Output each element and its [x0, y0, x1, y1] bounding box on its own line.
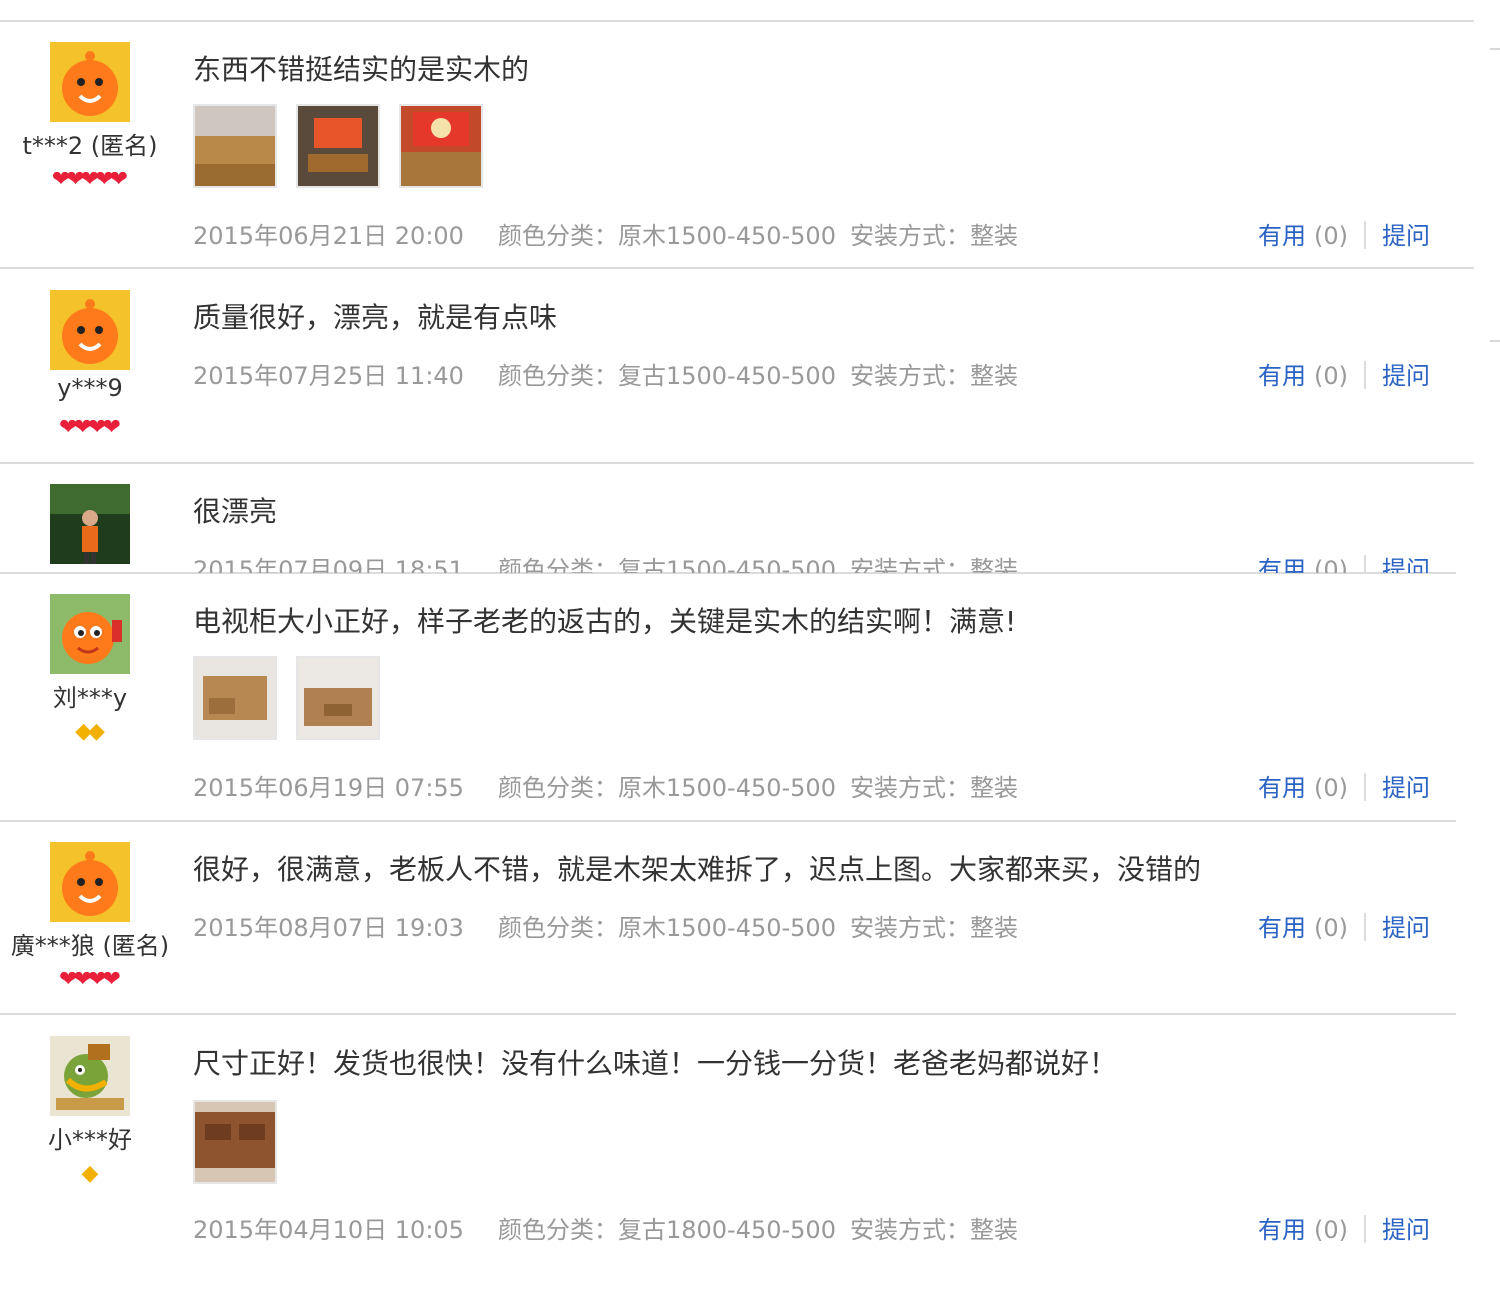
scroll-edge-mark: [1490, 340, 1500, 342]
useful-link[interactable]: 有用: [1258, 914, 1306, 942]
useful-link[interactable]: 有用: [1258, 556, 1306, 573]
user-level-badges: ❤❤❤❤❤: [0, 168, 180, 194]
review-item-clipped: 很漂亮 2015年07月09日 18:51 颜色分类：复古1500-450-500…: [0, 463, 1474, 573]
review-text: 尺寸正好！发货也很快！没有什么味道！一分钱一分货！老爸老妈都说好！: [193, 1047, 1118, 1080]
color-option: 颜色分类：复古1500-450-500: [497, 556, 836, 573]
review-photo[interactable]: [193, 1100, 277, 1184]
install-option: 安装方式：整装: [849, 362, 1018, 390]
avatar[interactable]: [50, 42, 130, 122]
user-level-badges: ❤❤❤❤: [0, 416, 180, 442]
color-option: 颜色分类：原木1500-450-500: [497, 914, 836, 942]
review-meta: 2015年06月21日 20:00 颜色分类：原木1500-450-500 安装方式…: [193, 216, 1032, 251]
review-date: 2015年06月21日 20:00: [193, 222, 464, 250]
review-date: 2015年06月19日 07:55: [193, 774, 464, 802]
avatar[interactable]: [50, 842, 130, 922]
useful-link[interactable]: 有用: [1258, 362, 1306, 390]
separator: [1364, 221, 1366, 249]
review-photos: [193, 104, 497, 188]
review-text: 质量很好，漂亮，就是有点味: [193, 301, 558, 334]
separator: [1364, 773, 1366, 801]
review-text: 很好，很满意，老板人不错，就是木架太难拆了，迟点上图。大家都来买，没错的: [193, 853, 1202, 886]
user-nickname: t***2 (匿名): [22, 132, 158, 160]
review-actions: 有用 (0) 提问: [1258, 216, 1430, 251]
heart-badge-icon: ❤: [102, 967, 121, 992]
scroll-edge-mark: [1490, 48, 1500, 50]
heart-badge-icon: ❤: [102, 415, 121, 440]
ask-link[interactable]: 提问: [1382, 914, 1430, 942]
ask-link[interactable]: 提问: [1382, 774, 1430, 802]
user-nickname: 刘***y: [52, 684, 128, 712]
divider: [0, 267, 1474, 269]
review-date: 2015年07月25日 11:40: [193, 362, 464, 390]
review-date: 2015年08月07日 19:03: [193, 914, 464, 942]
diamond-badge-icon: ◆: [88, 719, 105, 744]
review-photo[interactable]: [399, 104, 484, 188]
useful-link[interactable]: 有用: [1258, 1216, 1306, 1244]
heart-badge-icon: ❤: [109, 167, 129, 192]
useful-count: (0): [1314, 222, 1348, 250]
avatar[interactable]: [50, 290, 130, 370]
color-option: 颜色分类：复古1500-450-500: [497, 362, 836, 390]
review-photo[interactable]: [296, 656, 381, 740]
install-option: 安装方式：整装: [849, 556, 1018, 573]
useful-count: (0): [1314, 362, 1348, 390]
review-date: 2015年04月10日 10:05: [193, 1216, 464, 1244]
review-date: 2015年07月09日 18:51: [193, 556, 464, 573]
review-text: 电视柜大小正好，样子老老的返古的，关键是实木的结实啊！满意!: [193, 605, 1017, 638]
divider: [0, 20, 1474, 22]
review-actions: 有用 (0) 提问: [1258, 908, 1430, 943]
review-photos: [193, 1100, 291, 1184]
user-level-badges: ❤❤❤❤: [0, 968, 180, 994]
user-nickname: y***9: [57, 374, 123, 402]
review-actions: 有用 (0) 提问: [1258, 550, 1430, 573]
ask-link[interactable]: 提问: [1382, 362, 1430, 390]
color-option: 颜色分类：原木1500-450-500: [497, 222, 836, 250]
useful-count: (0): [1314, 556, 1348, 573]
ask-link[interactable]: 提问: [1382, 556, 1430, 573]
review-meta: 2015年06月19日 07:55 颜色分类：原木1500-450-500 安装方式…: [193, 768, 1032, 803]
useful-count: (0): [1314, 774, 1348, 802]
review-meta: 2015年07月25日 11:40 颜色分类：复古1500-450-500 安装方式…: [193, 356, 1032, 391]
useful-link[interactable]: 有用: [1258, 222, 1306, 250]
avatar[interactable]: [50, 1036, 130, 1116]
review-photo[interactable]: [296, 104, 381, 188]
review-text: 很漂亮: [193, 495, 278, 528]
color-option: 颜色分类：复古1800-450-500: [497, 1216, 836, 1244]
ask-link[interactable]: 提问: [1382, 1216, 1430, 1244]
diamond-badge-icon: ◆: [81, 1161, 99, 1186]
avatar[interactable]: [50, 594, 130, 674]
separator: [1364, 913, 1366, 941]
user-nickname: 小***好: [48, 1126, 132, 1154]
separator: [1364, 1215, 1366, 1243]
review-photos: [193, 656, 394, 740]
ask-link[interactable]: 提问: [1382, 222, 1430, 250]
useful-link[interactable]: 有用: [1258, 774, 1306, 802]
separator: [1364, 555, 1366, 573]
divider: [0, 820, 1456, 822]
user-nickname: 廣***狼 (匿名): [10, 932, 170, 960]
review-text: 东西不错挺结实的是实木的: [193, 53, 530, 86]
review-meta: 2015年07月09日 18:51 颜色分类：复古1500-450-500 安装方式…: [193, 550, 1032, 573]
user-level-badges: ◆◆: [0, 720, 180, 746]
avatar[interactable]: [50, 484, 130, 564]
separator: [1364, 361, 1366, 389]
user-level-badges: ◆: [0, 1162, 180, 1188]
review-meta: 2015年04月10日 10:05 颜色分类：复古1800-450-500 安装方式…: [193, 1210, 1032, 1245]
divider: [0, 1013, 1456, 1015]
useful-count: (0): [1314, 1216, 1348, 1244]
review-actions: 有用 (0) 提问: [1258, 356, 1430, 391]
review-meta: 2015年08月07日 19:03 颜色分类：原木1500-450-500 安装方式…: [193, 908, 1032, 943]
review-actions: 有用 (0) 提问: [1258, 768, 1430, 803]
useful-count: (0): [1314, 914, 1348, 942]
install-option: 安装方式：整装: [849, 222, 1018, 250]
review-actions: 有用 (0) 提问: [1258, 1210, 1430, 1245]
install-option: 安装方式：整装: [849, 914, 1018, 942]
color-option: 颜色分类：原木1500-450-500: [497, 774, 836, 802]
review-photo[interactable]: [193, 104, 277, 188]
install-option: 安装方式：整装: [849, 774, 1018, 802]
review-photo[interactable]: [193, 656, 277, 740]
install-option: 安装方式：整装: [849, 1216, 1018, 1244]
